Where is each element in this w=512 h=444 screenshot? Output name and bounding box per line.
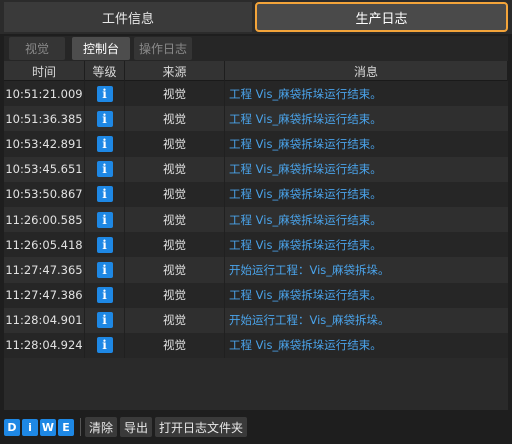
table-row[interactable]: 10:51:36.385 i 视觉 工程 Vis_麻袋拆垛运行结束。	[4, 106, 508, 132]
cell-message: 工程 Vis_麻袋拆垛运行结束。	[229, 288, 382, 303]
table-row[interactable]: 11:28:04.924 i 视觉 工程 Vis_麻袋拆垛运行结束。	[4, 332, 508, 359]
cell-source: 视觉	[125, 81, 225, 107]
log-table: 时间 等级 来源 消息 10:51:21.009 i 视觉 工程 Vis_麻袋拆垛运行…	[4, 61, 508, 410]
cell-message: 工程 Vis_麻袋拆垛运行结束。	[229, 162, 382, 177]
header-message[interactable]: 消息	[225, 61, 508, 81]
table-row[interactable]: 11:26:00.585 i 视觉 工程 Vis_麻袋拆垛运行结束。	[4, 206, 508, 233]
toolbar-divider	[80, 418, 81, 436]
cell-source: 视觉	[125, 307, 225, 333]
info-icon: i	[96, 312, 113, 329]
table-row[interactable]: 11:26:05.418 i 视觉 工程 Vis_麻袋拆垛运行结束。	[4, 232, 508, 258]
cell-level: i	[85, 181, 125, 207]
cell-source: 视觉	[125, 106, 225, 132]
cell-time: 10:53:50.867	[4, 181, 85, 207]
cell-time: 11:26:05.418	[4, 232, 85, 258]
filter-info-button[interactable]: i	[22, 418, 38, 436]
info-icon: i	[96, 287, 113, 304]
cell-level: i	[85, 131, 125, 157]
filter-warning-button[interactable]: W	[40, 418, 56, 436]
cell-message: 工程 Vis_麻袋拆垛运行结束。	[229, 86, 382, 101]
cell-level: i	[85, 282, 125, 308]
cell-source: 视觉	[125, 282, 225, 308]
cell-source: 视觉	[125, 206, 225, 233]
cell-source: 视觉	[125, 232, 225, 258]
cell-message: 工程 Vis_麻袋拆垛运行结束。	[229, 237, 382, 252]
filter-debug-button[interactable]: D	[4, 418, 20, 436]
sub-tab-bar: 视觉 控制台 操作日志	[4, 36, 508, 61]
cell-time: 10:51:21.009	[4, 81, 85, 107]
header-level[interactable]: 等级	[85, 61, 125, 81]
cell-time: 10:53:45.651	[4, 156, 85, 182]
cell-level: i	[85, 307, 125, 333]
info-icon: i	[96, 161, 113, 178]
cell-time: 10:53:42.891	[4, 131, 85, 157]
cell-time: 11:28:04.901	[4, 307, 85, 333]
info-icon: i	[96, 85, 113, 102]
info-icon: i	[96, 337, 113, 354]
cell-level: i	[85, 257, 125, 283]
subtab-vision[interactable]: 视觉	[9, 37, 65, 60]
cell-level: i	[85, 106, 125, 132]
table-row[interactable]: 10:53:45.651 i 视觉 工程 Vis_麻袋拆垛运行结束。	[4, 156, 508, 182]
cell-source: 视觉	[125, 181, 225, 207]
table-row[interactable]: 10:51:21.009 i 视觉 工程 Vis_麻袋拆垛运行结束。	[4, 81, 508, 107]
filter-error-button[interactable]: E	[58, 418, 74, 436]
info-icon: i	[96, 186, 113, 203]
cell-source: 视觉	[125, 257, 225, 283]
cell-message: 工程 Vis_麻袋拆垛运行结束。	[229, 187, 382, 202]
cell-message: 工程 Vis_麻袋拆垛运行结束。	[229, 338, 382, 353]
bottom-toolbar: D i W E 清除 导出 打开日志文件夹	[4, 414, 508, 440]
info-icon: i	[96, 261, 113, 278]
info-icon: i	[96, 110, 113, 127]
cell-source: 视觉	[125, 131, 225, 157]
table-header: 时间 等级 来源 消息	[4, 61, 508, 81]
table-row[interactable]: 11:27:47.386 i 视觉 工程 Vis_麻袋拆垛运行结束。	[4, 282, 508, 308]
open-log-folder-button[interactable]: 打开日志文件夹	[155, 417, 248, 437]
top-tab-bar: 工件信息 生产日志	[0, 0, 512, 34]
cell-level: i	[85, 156, 125, 182]
cell-level: i	[85, 332, 125, 359]
cell-time: 11:27:47.386	[4, 282, 85, 308]
cell-time: 11:27:47.365	[4, 257, 85, 283]
subtab-console[interactable]: 控制台	[72, 37, 130, 60]
table-row[interactable]: 11:27:47.365 i 视觉 开始运行工程：Vis_麻袋拆垛。	[4, 257, 508, 283]
table-row[interactable]: 10:53:42.891 i 视觉 工程 Vis_麻袋拆垛运行结束。	[4, 131, 508, 157]
cell-time: 11:26:00.585	[4, 206, 85, 233]
info-icon: i	[96, 236, 113, 253]
cell-source: 视觉	[125, 156, 225, 182]
info-icon: i	[96, 135, 113, 152]
info-icon: i	[96, 211, 113, 228]
cell-message: 开始运行工程：Vis_麻袋拆垛。	[229, 313, 390, 328]
header-time[interactable]: 时间	[4, 61, 85, 81]
export-button[interactable]: 导出	[120, 417, 153, 437]
clear-button[interactable]: 清除	[85, 417, 118, 437]
table-row[interactable]: 11:28:04.901 i 视觉 开始运行工程：Vis_麻袋拆垛。	[4, 307, 508, 333]
table-row[interactable]: 10:53:50.867 i 视觉 工程 Vis_麻袋拆垛运行结束。	[4, 181, 508, 207]
cell-level: i	[85, 206, 125, 233]
subtab-operation-log[interactable]: 操作日志	[134, 37, 192, 60]
tab-workpiece-info[interactable]: 工件信息	[4, 2, 252, 32]
cell-time: 10:51:36.385	[4, 106, 85, 132]
cell-time: 11:28:04.924	[4, 332, 85, 359]
cell-message: 工程 Vis_麻袋拆垛运行结束。	[229, 212, 382, 227]
header-source[interactable]: 来源	[125, 61, 225, 81]
cell-message: 工程 Vis_麻袋拆垛运行结束。	[229, 111, 382, 126]
cell-source: 视觉	[125, 332, 225, 359]
cell-message: 工程 Vis_麻袋拆垛运行结束。	[229, 136, 382, 151]
cell-level: i	[85, 232, 125, 258]
table-body: 10:51:21.009 i 视觉 工程 Vis_麻袋拆垛运行结束。 10:51:36.…	[4, 81, 508, 359]
cell-level: i	[85, 81, 125, 107]
tab-production-log[interactable]: 生产日志	[255, 2, 508, 32]
cell-message: 开始运行工程：Vis_麻袋拆垛。	[229, 262, 390, 277]
